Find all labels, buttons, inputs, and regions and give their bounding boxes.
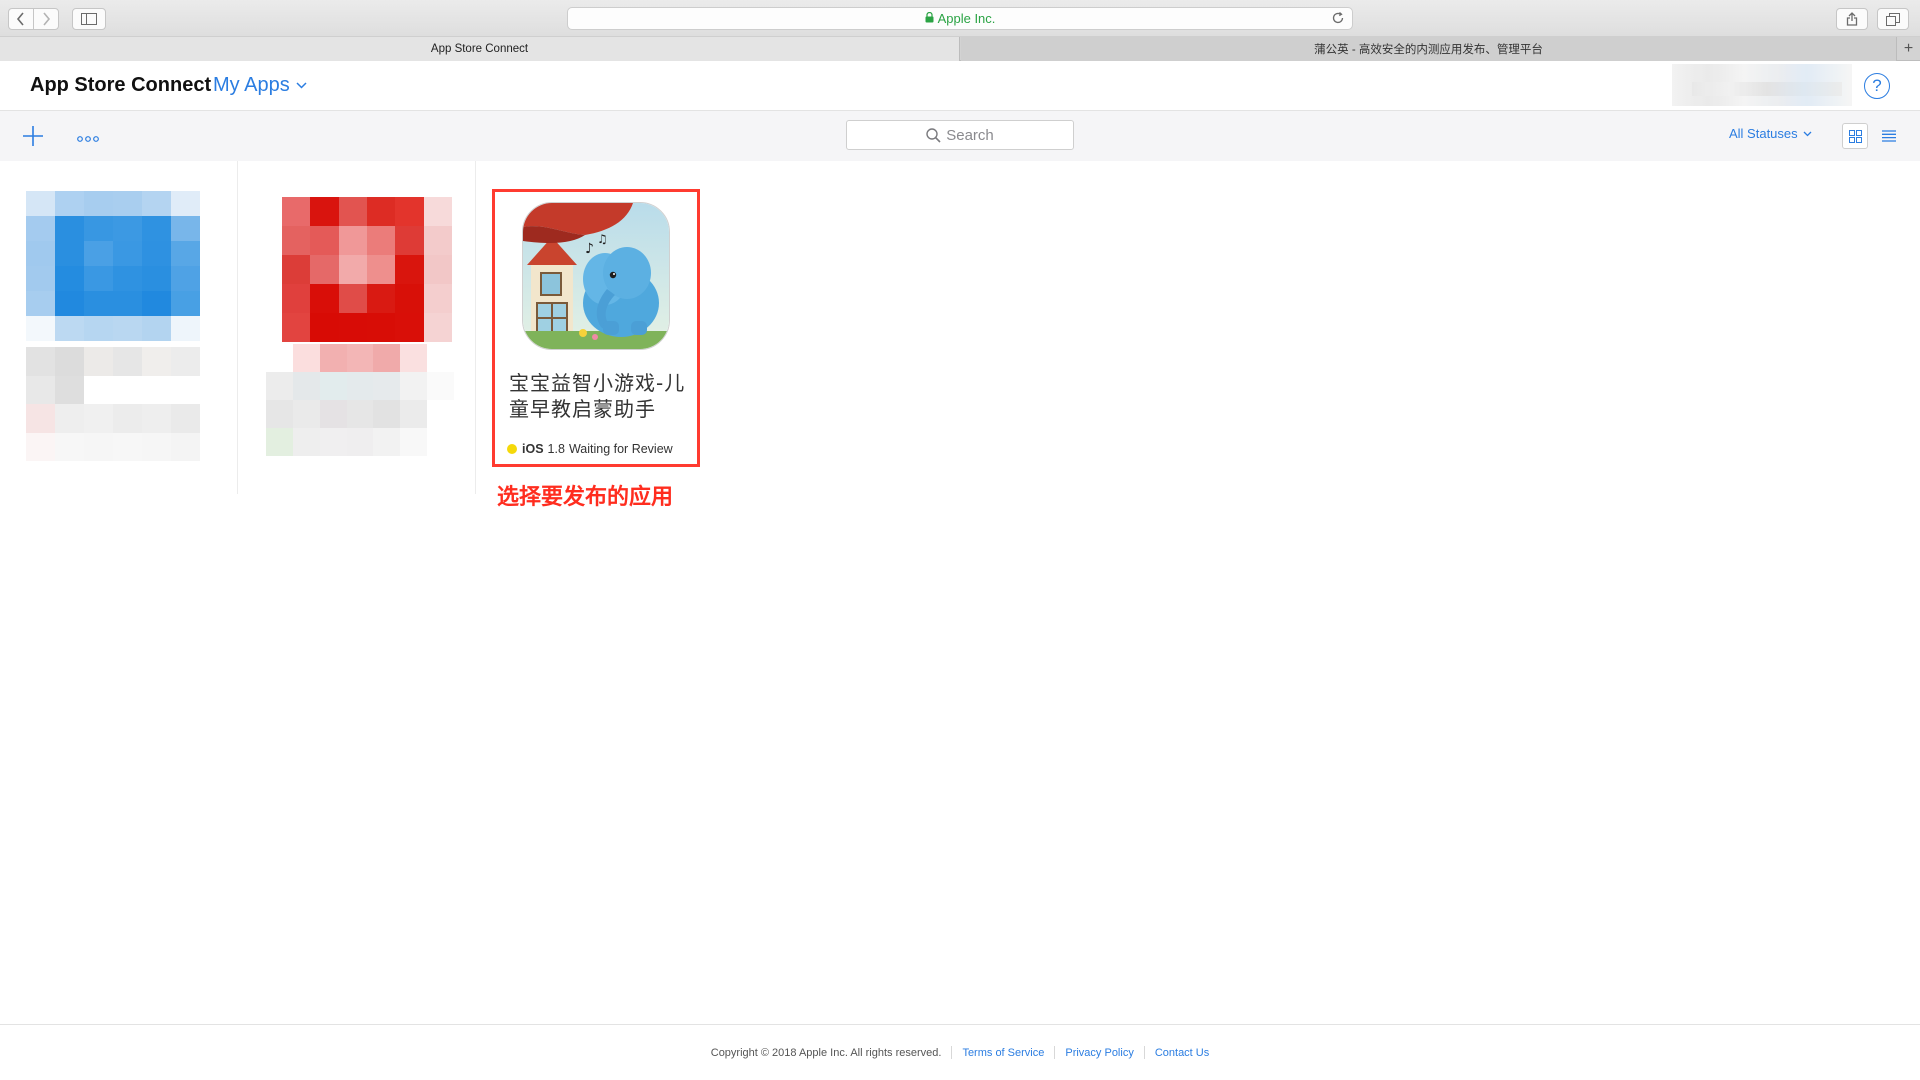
browser-toolbar: Apple Inc. xyxy=(0,0,1920,37)
redacted-app-icon xyxy=(26,191,200,341)
more-options-button[interactable] xyxy=(76,131,100,142)
tabs-icon xyxy=(1886,12,1900,26)
my-apps-label: My Apps xyxy=(213,74,290,96)
status-filter-dropdown[interactable]: All Statuses xyxy=(1729,126,1812,141)
plus-icon xyxy=(23,126,43,146)
back-icon xyxy=(16,12,24,26)
address-text: Apple Inc. xyxy=(937,11,996,26)
reload-icon[interactable] xyxy=(1331,11,1345,28)
copyright: Copyright © 2018 Apple Inc. All rights r… xyxy=(710,1046,942,1059)
tab-app-store-connect[interactable]: App Store Connect xyxy=(0,37,960,61)
forward-icon xyxy=(43,12,51,26)
sidebar-button[interactable] xyxy=(72,8,106,30)
search-placeholder: Search xyxy=(946,126,994,144)
redacted-app-name xyxy=(266,344,454,456)
annotation-caption: 选择要发布的应用 xyxy=(497,485,674,510)
app-card-redacted-2[interactable] xyxy=(266,197,454,497)
redacted-app-name xyxy=(26,347,200,461)
my-apps-dropdown[interactable]: My Apps xyxy=(213,74,307,97)
sidebar-icon xyxy=(81,13,97,25)
lock-icon xyxy=(925,11,934,26)
privacy-policy-link[interactable]: Privacy Policy xyxy=(1065,1047,1133,1059)
new-tab-button[interactable]: + xyxy=(1896,37,1920,61)
plus-icon: + xyxy=(1903,40,1914,57)
share-icon xyxy=(1846,12,1858,26)
grid-view-button[interactable] xyxy=(1842,123,1868,149)
add-app-button[interactable] xyxy=(21,124,45,148)
app-version: 1.8 xyxy=(547,442,565,456)
tab-label: App Store Connect xyxy=(430,43,529,55)
account-menu[interactable] xyxy=(1672,64,1852,106)
column-divider xyxy=(237,161,238,494)
terms-of-service-link[interactable]: Terms of Service xyxy=(962,1047,1044,1059)
help-icon: ? xyxy=(1872,76,1882,95)
address-bar[interactable]: Apple Inc. xyxy=(567,7,1353,30)
grid-view-icon xyxy=(1848,129,1862,143)
chevron-down-icon xyxy=(296,82,307,89)
app-icon: ♪ ♫ xyxy=(522,202,670,350)
brand-title: App Store Connect xyxy=(30,74,212,96)
app-name[interactable]: 宝宝益智小游戏-儿童早教启蒙助手 xyxy=(509,370,693,422)
tabs-overview-button[interactable] xyxy=(1877,8,1909,30)
page: Apple Inc. App Store Connect 蒲公英 - 高效安全的… xyxy=(0,0,1920,1080)
svg-text:♫: ♫ xyxy=(597,232,608,246)
apps-grid: ♪ ♫ 宝宝益智小游戏-儿童早教启蒙助手 iOS 1.8 Waiting for… xyxy=(0,161,1920,1024)
contact-us-link[interactable]: Contact Us xyxy=(1155,1047,1209,1059)
chevron-down-icon xyxy=(1803,131,1812,136)
app-status-text: Waiting for Review xyxy=(568,442,673,456)
redacted-app-icon xyxy=(282,197,452,342)
footer-separator xyxy=(1054,1046,1056,1059)
footer-links: Copyright © 2018 Apple Inc. All rights r… xyxy=(0,1046,1920,1059)
apps-toolbar: Search All Statuses xyxy=(0,111,1920,161)
search-input[interactable]: Search xyxy=(846,120,1074,150)
list-view-button[interactable] xyxy=(1876,123,1902,149)
app-card-selected[interactable]: ♪ ♫ 宝宝益智小游戏-儿童早教启蒙助手 iOS 1.8 Waiting for… xyxy=(492,189,700,467)
footer: Copyright © 2018 Apple Inc. All rights r… xyxy=(0,1024,1920,1080)
forward-button[interactable] xyxy=(33,8,59,30)
footer-separator xyxy=(951,1046,953,1059)
footer-separator xyxy=(1143,1046,1145,1059)
tab-label: 蒲公英 - 高效安全的内测应用发布、管理平台 xyxy=(1314,44,1543,56)
ellipsis-icon xyxy=(77,136,99,142)
tab-pgyer[interactable]: 蒲公英 - 高效安全的内测应用发布、管理平台 xyxy=(961,37,1896,61)
status-dot-icon xyxy=(507,444,517,454)
list-view-icon xyxy=(1882,130,1896,142)
share-button[interactable] xyxy=(1836,8,1868,30)
app-platform: iOS xyxy=(522,442,544,456)
help-button[interactable]: ? xyxy=(1864,73,1890,99)
tab-bar: App Store Connect 蒲公英 - 高效安全的内测应用发布、管理平台… xyxy=(0,37,1920,61)
svg-text:♪: ♪ xyxy=(585,241,594,257)
app-header: App Store Connect My Apps ? xyxy=(0,62,1920,111)
app-card-redacted-1[interactable] xyxy=(26,191,200,511)
back-button[interactable] xyxy=(8,8,34,30)
column-divider xyxy=(475,161,476,494)
app-status: iOS 1.8 Waiting for Review xyxy=(507,442,673,456)
status-filter-label: All Statuses xyxy=(1729,126,1798,141)
elephant-icon: ♪ ♫ xyxy=(523,203,669,349)
search-icon xyxy=(926,127,941,143)
